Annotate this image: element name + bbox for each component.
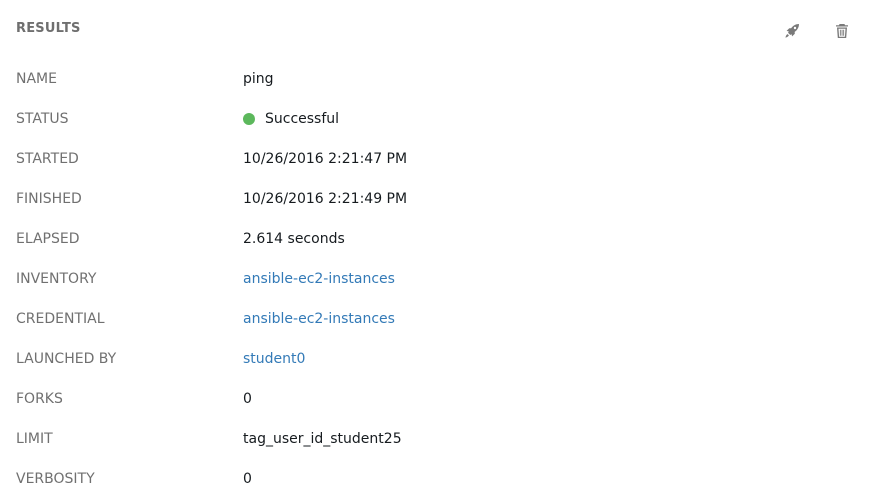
results-panel: RESULTS NAME ping STATUS Successful STAR… — [0, 0, 886, 503]
detail-row-elapsed: ELAPSED 2.614 seconds — [0, 220, 886, 260]
status-label: STATUS — [16, 111, 69, 127]
detail-row-finished: FINISHED 10/26/2016 2:21:49 PM — [0, 180, 886, 220]
status-success-icon — [243, 113, 255, 125]
credential-value-container: ansible-ec2-instances — [243, 311, 395, 327]
credential-link[interactable]: ansible-ec2-instances — [243, 311, 395, 327]
status-value: Successful — [265, 111, 340, 127]
details-list: NAME ping STATUS Successful STARTED 10/2… — [0, 60, 886, 500]
limit-label: LIMIT — [16, 431, 53, 447]
trash-icon — [836, 24, 848, 38]
detail-row-forks: FORKS 0 — [0, 380, 886, 420]
forks-label: FORKS — [16, 391, 63, 407]
launched-by-label: LAUNCHED BY — [16, 351, 117, 367]
finished-value: 10/26/2016 2:21:49 PM — [243, 191, 408, 207]
verbosity-value: 0 — [243, 471, 252, 487]
delete-button[interactable] — [830, 19, 854, 43]
rocket-icon — [785, 24, 799, 38]
elapsed-value: 2.614 seconds — [243, 231, 345, 247]
detail-row-credential: CREDENTIAL ansible-ec2-instances — [0, 300, 886, 340]
name-value: ping — [243, 71, 274, 87]
launched-by-value-container: student0 — [243, 351, 305, 367]
started-label: STARTED — [16, 151, 79, 167]
launched-by-link[interactable]: student0 — [243, 351, 305, 367]
header-actions — [780, 19, 854, 43]
relaunch-button[interactable] — [780, 19, 804, 43]
credential-label: CREDENTIAL — [16, 311, 105, 327]
name-label: NAME — [16, 71, 57, 87]
elapsed-label: ELAPSED — [16, 231, 80, 247]
detail-row-status: STATUS Successful — [0, 100, 886, 140]
detail-row-inventory: INVENTORY ansible-ec2-instances — [0, 260, 886, 300]
inventory-value-container: ansible-ec2-instances — [243, 271, 395, 287]
detail-row-launched-by: LAUNCHED BY student0 — [0, 340, 886, 380]
finished-label: FINISHED — [16, 191, 82, 207]
results-title: RESULTS — [16, 21, 81, 36]
detail-row-limit: LIMIT tag_user_id_student25 — [0, 420, 886, 460]
limit-value: tag_user_id_student25 — [243, 431, 402, 447]
verbosity-label: VERBOSITY — [16, 471, 95, 487]
detail-row-name: NAME ping — [0, 60, 886, 100]
detail-row-verbosity: VERBOSITY 0 — [0, 460, 886, 500]
detail-row-started: STARTED 10/26/2016 2:21:47 PM — [0, 140, 886, 180]
inventory-link[interactable]: ansible-ec2-instances — [243, 271, 395, 287]
inventory-label: INVENTORY — [16, 271, 97, 287]
status-value-container: Successful — [243, 111, 339, 127]
started-value: 10/26/2016 2:21:47 PM — [243, 151, 408, 167]
forks-value: 0 — [243, 391, 252, 407]
